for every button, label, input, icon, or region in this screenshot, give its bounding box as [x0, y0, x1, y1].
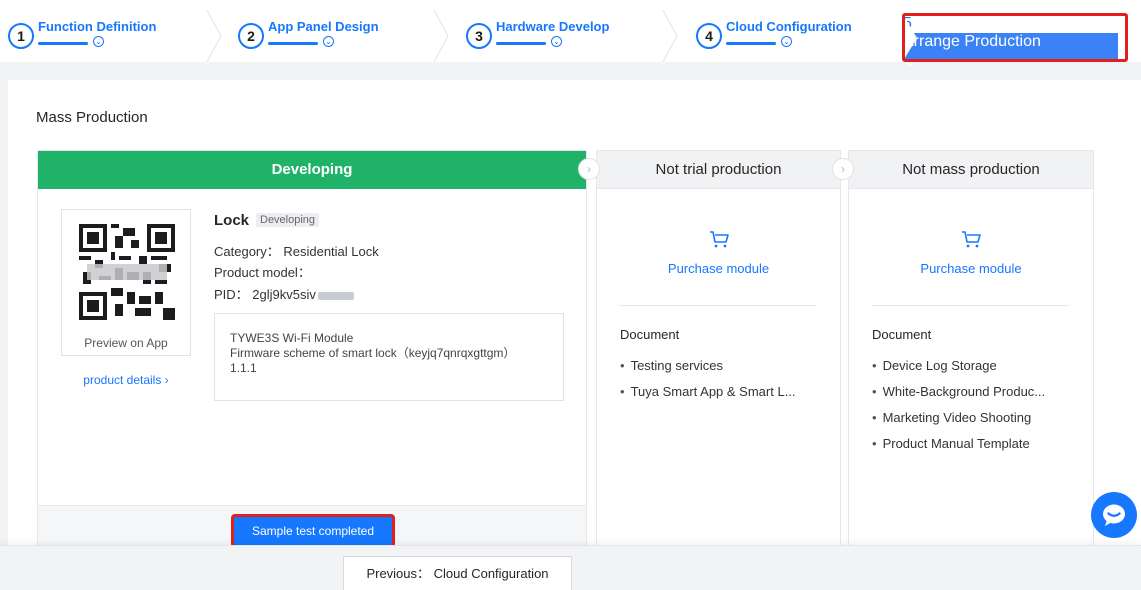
- step-number: 2: [238, 23, 264, 49]
- section-title: Mass Production: [36, 109, 148, 126]
- chat-support-button[interactable]: [1091, 492, 1137, 538]
- product-name: Lock: [214, 212, 250, 229]
- document-item[interactable]: Product Manual Template: [872, 436, 1072, 462]
- product-details-link[interactable]: product details ›: [61, 373, 191, 387]
- developing-footer: Sample test completed: [38, 505, 586, 550]
- document-list: Testing services Tuya Smart App & Smart …: [620, 358, 820, 410]
- mass-header: Not mass production: [849, 151, 1093, 189]
- step-number: 3: [466, 23, 492, 49]
- status-badge: Developing: [256, 213, 320, 227]
- step-label: App Panel Design: [268, 19, 379, 34]
- bottom-action-bar: Previous： Cloud Configuration: [0, 545, 1141, 590]
- developing-header: Developing: [38, 151, 586, 189]
- pid-mask: [317, 291, 354, 300]
- divider: [871, 305, 1069, 306]
- purchase-module-link[interactable]: Purchase module: [597, 261, 840, 276]
- step-progress-bar: [726, 42, 776, 45]
- mass-production-panel: Mass Production Developing Preview on Ap…: [8, 80, 1141, 550]
- highlight-frame: [902, 13, 1128, 62]
- document-list: Device Log Storage White-Background Prod…: [872, 358, 1072, 462]
- document-item[interactable]: Tuya Smart App & Smart L...: [620, 384, 820, 410]
- step-separator: [662, 9, 678, 63]
- qr-code-icon: [79, 224, 175, 320]
- firmware-scheme: Firmware scheme of smart lock（keyjq7qnrq…: [230, 346, 516, 360]
- chevron-right-icon: ›: [832, 158, 854, 180]
- divider: [619, 305, 817, 306]
- step-progress-bar: [268, 42, 318, 45]
- step-label: Function Definition: [38, 19, 157, 34]
- product-pid: PID： 2glj9kv5siv: [214, 287, 316, 302]
- mass-production-column: Not mass production Purchase module Docu…: [848, 150, 1094, 550]
- trial-production-column: Not trial production Purchase module Doc…: [596, 150, 841, 550]
- qr-preview-card: Preview on App: [61, 209, 191, 356]
- step-label: Hardware Develop: [496, 19, 610, 34]
- document-title: Document: [620, 327, 680, 342]
- chevron-down-icon[interactable]: ⌄: [781, 36, 792, 47]
- module-name: TYWE3S Wi-Fi Module: [230, 331, 354, 345]
- cart-icon: [709, 231, 729, 248]
- chevron-right-icon: ›: [578, 158, 600, 180]
- qr-caption: Preview on App: [84, 336, 168, 350]
- product-pid-row: PID： 2glj9kv5siv: [214, 284, 354, 303]
- document-item[interactable]: Marketing Video Shooting: [872, 410, 1072, 436]
- step-separator: [433, 9, 449, 63]
- product-category: Category： Residential Lock: [214, 244, 379, 259]
- document-item[interactable]: Testing services: [620, 358, 820, 384]
- chat-icon: [1103, 504, 1125, 526]
- firmware-version: 1.1.1: [230, 361, 257, 375]
- module-info-box: TYWE3S Wi-Fi Module Firmware scheme of s…: [214, 313, 564, 401]
- product-model: Product model：: [214, 265, 311, 280]
- step-separator: [206, 9, 222, 63]
- sample-test-completed-button[interactable]: Sample test completed: [231, 514, 395, 548]
- document-title: Document: [872, 327, 932, 342]
- step-number: 4: [696, 23, 722, 49]
- chevron-down-icon[interactable]: ⌄: [323, 36, 334, 47]
- step-progress-bar: [496, 42, 546, 45]
- document-item[interactable]: White-Background Produc...: [872, 384, 1072, 410]
- document-item[interactable]: Device Log Storage: [872, 358, 1072, 384]
- chevron-down-icon[interactable]: ⌄: [551, 36, 562, 47]
- trial-header: Not trial production: [597, 151, 840, 189]
- step-progress-bar: [38, 42, 88, 45]
- chevron-down-icon[interactable]: ⌄: [93, 36, 104, 47]
- developing-column: Developing Preview on App product detail…: [37, 150, 587, 550]
- purchase-module-link[interactable]: Purchase module: [849, 261, 1093, 276]
- cart-icon: [962, 231, 981, 248]
- step-number: 1: [8, 23, 34, 49]
- previous-step-button[interactable]: Previous： Cloud Configuration: [343, 556, 572, 590]
- step-label: Cloud Configuration: [726, 19, 852, 34]
